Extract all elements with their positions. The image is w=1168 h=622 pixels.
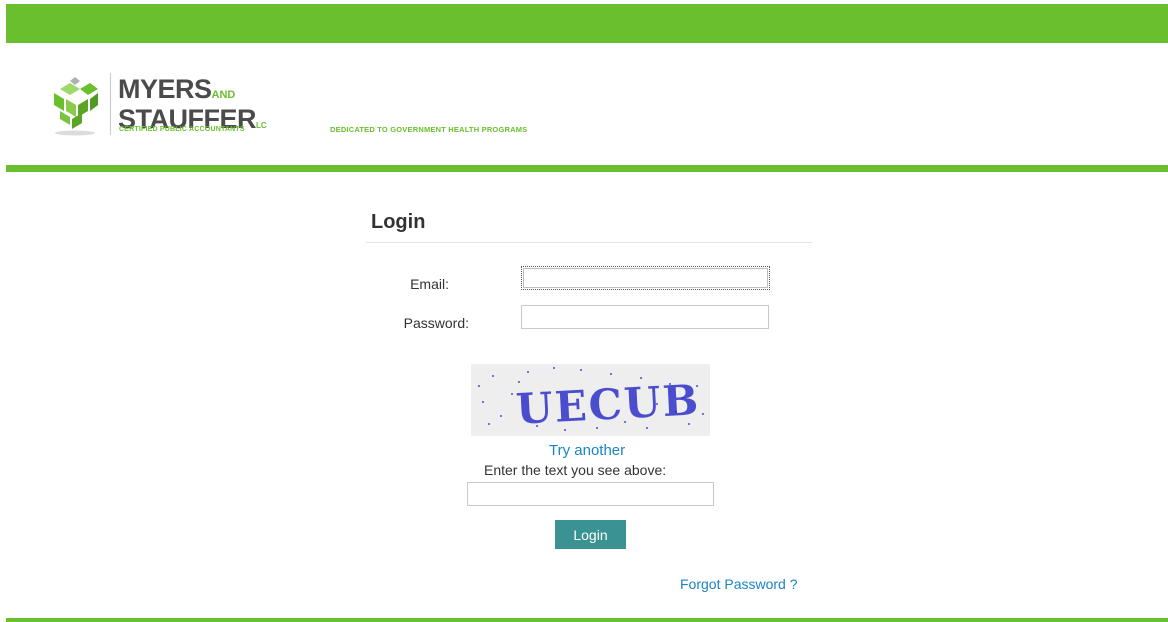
captcha-text: UECUB <box>514 375 702 434</box>
logo-divider <box>110 73 111 135</box>
logo-cube-icon <box>54 77 98 136</box>
try-another-link[interactable]: Try another <box>549 442 625 459</box>
site-header: MYERSAND STAUFFERLC CERTIFIED PUBLIC ACC… <box>6 43 1168 165</box>
header-divider-bar <box>6 165 1168 172</box>
email-label: Email: <box>410 276 449 292</box>
captcha-input[interactable] <box>467 482 714 506</box>
top-banner <box>6 4 1168 43</box>
captcha-image: UECUB <box>471 364 710 436</box>
forgot-password-link[interactable]: Forgot Password ? <box>680 576 798 592</box>
logo-word-and: AND <box>211 89 236 101</box>
logo-word-myers: MYERS <box>118 74 212 104</box>
tagline: DEDICATED TO GOVERNMENT HEALTH PROGRAMS <box>330 125 528 134</box>
login-button[interactable]: Login <box>555 520 626 549</box>
password-label: Password: <box>403 315 469 331</box>
logo-subtitle: CERTIFIED PUBLIC ACCOUNTANTS <box>119 126 245 133</box>
logo-word-lc: LC <box>256 121 267 130</box>
email-field[interactable] <box>521 266 770 290</box>
captcha-prompt: Enter the text you see above: <box>484 462 667 478</box>
page-title: Login <box>371 211 426 233</box>
footer-bar <box>6 618 1168 622</box>
title-divider <box>366 242 812 243</box>
password-field[interactable] <box>521 305 769 329</box>
